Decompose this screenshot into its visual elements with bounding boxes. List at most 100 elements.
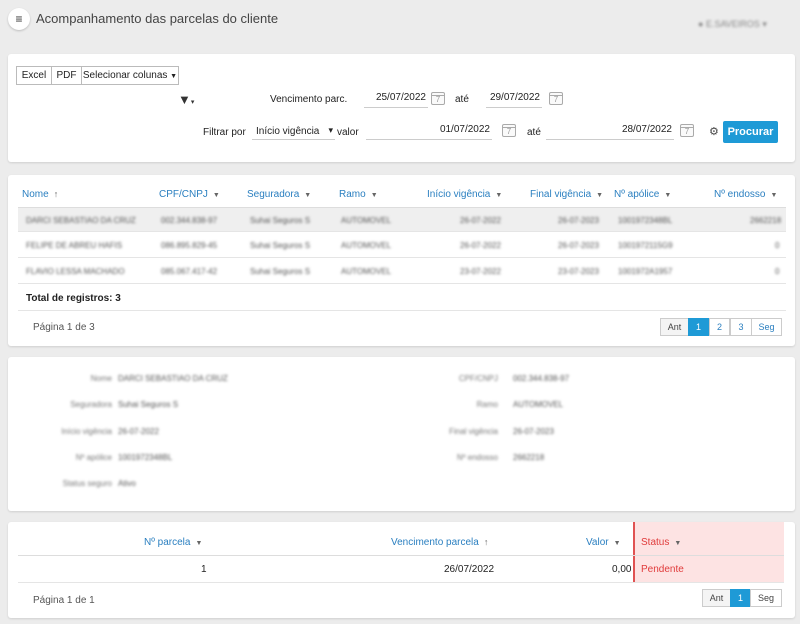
value-from-input[interactable]: 01/07/2022 <box>366 124 492 140</box>
prev-page-button[interactable]: Ant <box>702 589 731 607</box>
column-header-nome[interactable]: Nome ↑ <box>22 189 58 200</box>
cell-apolice: 1001972A1957 <box>618 267 673 276</box>
detail-value-endosso: 2662218 <box>513 453 545 462</box>
cell-nome: DARCI SEBASTIAO DA CRUZ <box>26 216 136 225</box>
cell-final: 26-07-2023 <box>558 241 599 250</box>
column-header-status[interactable]: Status ▼ <box>641 537 681 548</box>
cell-ramo: AUTOMOVEL <box>341 241 392 250</box>
page-2-button[interactable]: 2 <box>709 318 730 336</box>
search-button[interactable]: Procurar <box>723 121 778 143</box>
caret-down-icon: ▼ <box>664 192 672 199</box>
detail-label-cpf: CPF/CNPJ <box>458 374 498 383</box>
column-header-vencimento[interactable]: Vencimento parcela ↑ <box>391 537 488 548</box>
column-header-final-vigencia[interactable]: Final vigência ▼ <box>530 189 603 200</box>
detail-value-nome: DARCI SEBASTIAO DA CRUZ <box>118 374 228 383</box>
column-header-seguradora[interactable]: Seguradora ▼ <box>247 189 311 200</box>
caret-down-icon: ▼ <box>674 540 682 547</box>
detail-label-endosso: Nº endosso <box>456 453 498 462</box>
gear-icon[interactable]: ⚙ <box>709 125 719 138</box>
cell-final: 23-07-2023 <box>558 267 599 276</box>
caret-down-icon: ▼ <box>304 192 312 199</box>
value-to-label: até <box>527 127 541 138</box>
status-badge: Pendente <box>641 564 684 575</box>
prev-page-button[interactable]: Ant <box>660 318 689 336</box>
detail-value-seguradora: Suhai Seguros S <box>118 400 179 409</box>
filter-card: Excel PDF Selecionar colunas ▼ ▼▾ Vencim… <box>8 54 795 162</box>
next-page-button[interactable]: Seg <box>751 318 782 336</box>
detail-value-ramo: AUTOMOVEL <box>513 400 564 409</box>
cell-cpf: 086.895.829-45 <box>161 241 218 250</box>
caret-down-icon: ▼ <box>495 192 503 199</box>
select-columns-label: Selecionar colunas <box>82 70 168 81</box>
calendar-icon[interactable]: 7 <box>549 92 563 105</box>
due-from-input[interactable]: 25/07/2022 <box>364 92 428 108</box>
user-menu[interactable]: ● E.SAVEIROS ▾ <box>698 19 767 30</box>
divider <box>18 582 784 583</box>
cell-ramo: AUTOMOVEL <box>341 216 392 225</box>
page-title: Acompanhamento das parcelas do cliente <box>36 11 279 26</box>
chevron-down-icon: ▾ <box>762 19 767 29</box>
detail-label-final: Final vigência <box>449 427 498 436</box>
detail-value-status: Ativo <box>118 479 136 488</box>
page-info: Página 1 de 3 <box>33 322 95 333</box>
value-label: valor <box>337 127 359 138</box>
detail-value-cpf: 002.344.838-97 <box>513 374 570 383</box>
filter-icon[interactable]: ▼▾ <box>178 92 194 107</box>
filter-by-select[interactable]: Início vigência ▾ <box>252 124 335 140</box>
top-bar: ≡ Acompanhamento das parcelas do cliente… <box>0 0 800 40</box>
page-1-button[interactable]: 1 <box>730 589 751 607</box>
due-to-input[interactable]: 29/07/2022 <box>486 92 542 108</box>
filter-by-label: Filtrar por <box>203 127 246 138</box>
value-to-input[interactable]: 28/07/2022 <box>546 124 674 140</box>
column-header-parcela[interactable]: Nº parcela ▼ <box>144 537 202 548</box>
table-row[interactable]: DARCI SEBASTIAO DA CRUZ 002.344.838-97 S… <box>18 207 786 232</box>
column-header-endosso[interactable]: Nº endosso ▼ <box>714 189 777 200</box>
due-to-label: até <box>455 94 469 105</box>
caret-down-icon: ▼ <box>613 540 621 547</box>
table-row[interactable]: FLAVIO LESSA MACHADO 085.067.417-42 Suha… <box>18 259 786 284</box>
sort-arrow-up-icon: ↑ <box>53 189 59 199</box>
detail-label-status: Status seguro <box>62 479 112 488</box>
caret-down-icon: ▼ <box>170 73 178 80</box>
export-pdf-button[interactable]: PDF <box>51 66 82 85</box>
hamburger-menu-icon[interactable]: ≡ <box>8 8 30 30</box>
cell-vencimento: 26/07/2022 <box>444 564 495 575</box>
column-header-ramo[interactable]: Ramo ▼ <box>339 189 378 200</box>
export-excel-button[interactable]: Excel <box>16 66 52 85</box>
detail-label-apolice: Nº apólice <box>75 453 112 462</box>
page-3-button[interactable]: 3 <box>730 318 752 336</box>
cell-cpf: 002.344.838-97 <box>161 216 218 225</box>
column-header-inicio-vigencia[interactable]: Início vigência ▼ <box>427 189 502 200</box>
cell-nome: FELIPE DE ABREU HAFIS <box>26 241 123 250</box>
cell-seguradora: Suhai Seguros S <box>250 216 311 225</box>
cell-inicio: 26-07-2022 <box>460 241 501 250</box>
cell-endosso: 0 <box>775 267 780 276</box>
calendar-icon[interactable]: 7 <box>680 124 694 137</box>
cell-apolice: 1001972348BL <box>618 216 673 225</box>
detail-value-apolice: 1001972348BL <box>118 453 173 462</box>
next-page-button[interactable]: Seg <box>750 589 782 607</box>
divider <box>18 555 784 556</box>
chevron-down-icon: ▾ <box>328 125 333 135</box>
caret-down-icon: ▼ <box>770 192 778 199</box>
table-row[interactable]: FELIPE DE ABREU HAFIS 086.895.829-45 Suh… <box>18 233 786 258</box>
column-header-cpf[interactable]: CPF/CNPJ ▼ <box>159 189 220 200</box>
page-1-button[interactable]: 1 <box>688 318 709 336</box>
detail-card: Nome DARCI SEBASTIAO DA CRUZ CPF/CNPJ 00… <box>8 357 795 511</box>
detail-value-inicio: 26-07-2022 <box>118 427 159 436</box>
calendar-icon[interactable]: 7 <box>431 92 445 105</box>
divider <box>18 310 786 311</box>
select-columns-button[interactable]: Selecionar colunas ▼ <box>81 66 179 85</box>
calendar-icon[interactable]: 7 <box>502 124 516 137</box>
due-date-label: Vencimento parc. <box>270 94 348 105</box>
cell-nome: FLAVIO LESSA MACHADO <box>26 267 125 276</box>
user-name: E.SAVEIROS <box>705 19 760 29</box>
detail-label-ramo: Ramo <box>476 400 498 409</box>
column-header-apolice[interactable]: Nº apólice ▼ <box>614 189 671 200</box>
cell-endosso: 2662218 <box>750 216 782 225</box>
caret-down-icon: ▼ <box>195 540 203 547</box>
caret-down-icon: ▼ <box>596 192 604 199</box>
column-header-valor[interactable]: Valor ▼ <box>586 537 621 548</box>
total-records: Total de registros: 3 <box>26 293 121 304</box>
caret-down-icon: ▼ <box>212 192 220 199</box>
